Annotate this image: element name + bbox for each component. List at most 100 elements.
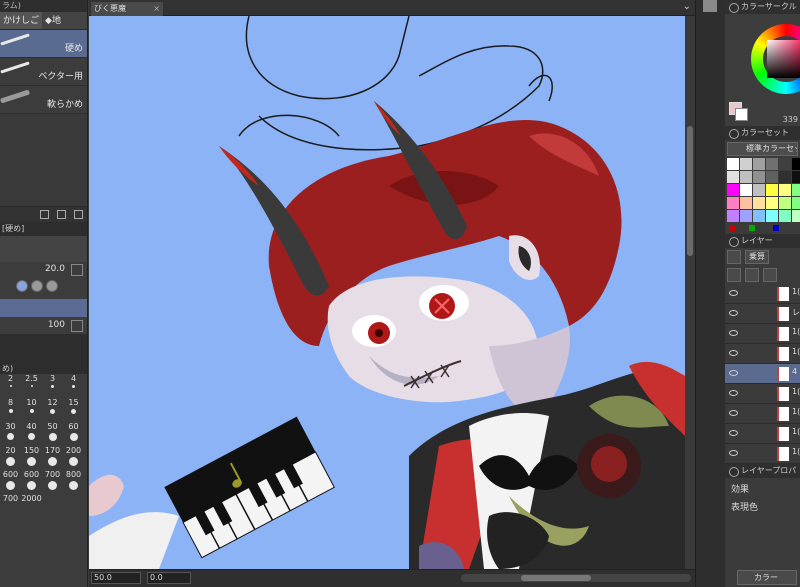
tip-preset[interactable] (16, 280, 28, 292)
color-swatch[interactable] (727, 184, 739, 196)
eye-icon[interactable] (729, 370, 738, 376)
brush-item-vector[interactable]: ベクター用 (0, 58, 87, 86)
tip-preset[interactable] (31, 280, 43, 292)
size-preset[interactable]: 800 (63, 470, 84, 494)
opacity-stepper-icon[interactable] (71, 320, 83, 332)
color-swatch[interactable] (727, 197, 739, 209)
size-preset[interactable]: 10 (21, 398, 42, 422)
color-swatch[interactable] (779, 197, 791, 209)
color-swatch[interactable] (792, 210, 800, 222)
size-preset[interactable]: 12 (42, 398, 63, 422)
saturation-value-square[interactable] (767, 40, 800, 78)
color-dot[interactable] (729, 225, 735, 231)
size-preset[interactable]: 150 (21, 446, 42, 470)
size-preset[interactable]: 20 (0, 446, 21, 470)
layer-color-box[interactable] (727, 250, 741, 264)
zoom-field[interactable]: 50.0 (91, 572, 141, 584)
color-swatch[interactable] (779, 210, 791, 222)
trash-icon[interactable] (74, 210, 83, 219)
color-swatch[interactable] (766, 158, 778, 170)
color-swatch[interactable] (792, 184, 800, 196)
tab-ground[interactable]: ◆地 (42, 12, 64, 29)
color-swatch[interactable] (727, 158, 739, 170)
color-swatch[interactable] (792, 158, 800, 170)
color-dot[interactable] (773, 225, 779, 231)
size-preset[interactable]: 700 (42, 470, 63, 494)
color-swatch[interactable] (753, 210, 765, 222)
size-preset[interactable]: 600 (21, 470, 42, 494)
brush-item-soft[interactable]: 軟らかめ (0, 86, 87, 114)
horizontal-scrollbar[interactable] (461, 574, 691, 582)
color-swatch[interactable] (740, 184, 752, 196)
size-preset[interactable]: 40 (21, 422, 42, 446)
chevron-down-icon[interactable]: ⌄ (683, 1, 691, 12)
size-preset[interactable]: 2.5 (21, 374, 42, 398)
blend-mode-select[interactable]: 乗算 (745, 250, 769, 264)
clip-icon[interactable] (727, 268, 741, 282)
layer-row[interactable]: 1( (725, 284, 800, 304)
size-preset[interactable]: 30 (0, 422, 21, 446)
layer-row[interactable]: 1( (725, 424, 800, 444)
reference-icon[interactable] (745, 268, 759, 282)
navigator-icon[interactable] (703, 0, 717, 12)
color-swatch[interactable] (766, 210, 778, 222)
color-swatch[interactable] (792, 171, 800, 183)
color-swatch[interactable] (740, 158, 752, 170)
size-preset[interactable]: 2 (0, 374, 21, 398)
eye-icon[interactable] (729, 330, 738, 336)
color-swatch[interactable] (727, 210, 739, 222)
size-preset[interactable]: 2000 (21, 494, 42, 518)
duplicate-icon[interactable] (57, 210, 66, 219)
color-swatch[interactable] (753, 171, 765, 183)
color-swatch[interactable] (779, 184, 791, 196)
sub-color-swatch[interactable] (735, 108, 748, 121)
rotation-field[interactable]: 0.0 (147, 572, 191, 584)
eye-icon[interactable] (729, 410, 738, 416)
color-swatch[interactable] (740, 210, 752, 222)
layer-row[interactable]: 1( (725, 404, 800, 424)
size-stepper-icon[interactable] (71, 264, 83, 276)
drawing-canvas[interactable] (89, 16, 685, 569)
color-swatch[interactable] (753, 184, 765, 196)
color-swatch[interactable] (792, 197, 800, 209)
layer-row[interactable]: 1( (725, 324, 800, 344)
color-dot[interactable] (749, 225, 755, 231)
color-swatch[interactable] (727, 171, 739, 183)
color-swatch[interactable] (753, 197, 765, 209)
size-preset[interactable]: 3 (42, 374, 63, 398)
scroll-thumb[interactable] (687, 126, 693, 256)
eye-icon[interactable] (729, 450, 738, 456)
size-preset[interactable]: 600 (0, 470, 21, 494)
eye-icon[interactable] (729, 310, 738, 316)
size-preset[interactable]: 15 (63, 398, 84, 422)
tab-kakeshigo[interactable]: かけしご (0, 12, 43, 29)
layer-row[interactable]: 1( (725, 344, 800, 364)
import-icon[interactable] (40, 210, 49, 219)
tip-preset[interactable] (46, 280, 58, 292)
opacity-row[interactable]: 100 (0, 318, 87, 334)
layer-row[interactable]: 4 (725, 364, 800, 384)
color-swatch[interactable] (766, 171, 778, 183)
brush-item-hard[interactable]: 硬め (0, 30, 87, 58)
close-icon[interactable]: × (153, 2, 160, 16)
layer-row[interactable]: 1( (725, 384, 800, 404)
size-preset[interactable]: 200 (63, 446, 84, 470)
color-swatch[interactable] (779, 171, 791, 183)
color-swatch[interactable] (740, 197, 752, 209)
eye-icon[interactable] (729, 290, 738, 296)
color-swatch[interactable] (779, 158, 791, 170)
size-preset[interactable]: 4 (63, 374, 84, 398)
size-preset[interactable]: 170 (42, 446, 63, 470)
document-tab[interactable]: びく悪魔 × (91, 2, 163, 16)
size-preset[interactable]: 700 (0, 494, 21, 518)
vertical-scrollbar[interactable] (685, 16, 695, 569)
layer-row[interactable]: 1( (725, 444, 800, 464)
eye-icon[interactable] (729, 350, 738, 356)
size-preset[interactable]: 8 (0, 398, 21, 422)
eye-icon[interactable] (729, 430, 738, 436)
color-swatch[interactable] (766, 197, 778, 209)
lock-icon[interactable] (763, 268, 777, 282)
color-swatch[interactable] (766, 184, 778, 196)
layer-row[interactable]: レ (725, 304, 800, 324)
size-preset[interactable]: 60 (63, 422, 84, 446)
